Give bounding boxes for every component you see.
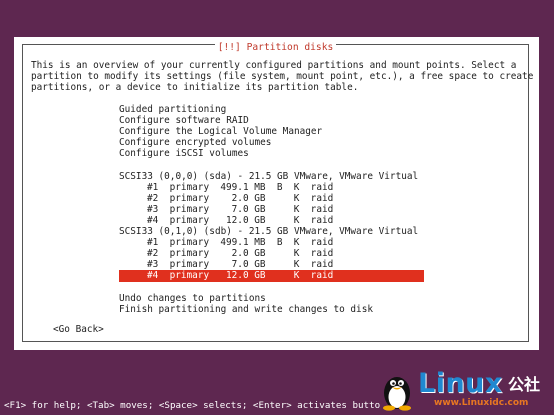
partition-dialog: [!!] Partition disks This is an overview… xyxy=(14,37,539,350)
go-back-button[interactable]: <Go Back> xyxy=(53,324,104,335)
option-configure-iscsi-volumes[interactable]: Configure iSCSI volumes xyxy=(119,148,424,159)
partition-sdb-2[interactable]: #2 primary 2.0 GB K raid xyxy=(119,248,424,259)
partition-sdb-3[interactable]: #3 primary 7.0 GB K raid xyxy=(119,259,424,270)
option-guided-partitioning[interactable]: Guided partitioning xyxy=(119,104,424,115)
description-line: partitions, or a device to initialize it… xyxy=(31,82,359,94)
partition-sda-1[interactable]: #1 primary 499.1 MB B K raid xyxy=(119,182,424,193)
option-configure-encrypted-volumes[interactable]: Configure encrypted volumes xyxy=(119,137,424,148)
dialog-title: [!!] Partition disks xyxy=(23,39,528,53)
description-line: partition to modify its settings (file s… xyxy=(31,71,534,83)
option-configure-software-raid[interactable]: Configure software RAID xyxy=(119,115,424,126)
description-line: This is an overview of your currently co… xyxy=(31,60,517,71)
disk-sdb[interactable]: SCSI33 (0,1,0) (sdb) - 21.5 GB VMware, V… xyxy=(119,226,424,237)
dialog-description: This is an overview of your currently co… xyxy=(31,60,534,94)
watermark-logo: Linux 公社 www.Linuxidc.com xyxy=(378,369,548,413)
watermark-url: www.Linuxidc.com xyxy=(434,398,529,408)
disk-sda[interactable]: SCSI33 (0,0,0) (sda) - 21.5 GB VMware, V… xyxy=(119,171,424,182)
option-configure-lvm[interactable]: Configure the Logical Volume Manager xyxy=(119,126,424,137)
option-undo-changes[interactable]: Undo changes to partitions xyxy=(119,293,424,304)
watermark-word: Linux xyxy=(418,368,503,399)
partition-sdb-1[interactable]: #1 primary 499.1 MB B K raid xyxy=(119,237,424,248)
option-finish-partitioning[interactable]: Finish partitioning and write changes to… xyxy=(119,304,424,315)
watermark-cn: 公社 xyxy=(508,375,541,394)
partition-sda-3[interactable]: #3 primary 7.0 GB K raid xyxy=(119,204,424,215)
partition-sdb-4-selected[interactable]: #4 primary 12.0 GB K raid xyxy=(119,270,424,282)
partition-list: Guided partitioning Configure software R… xyxy=(119,104,424,315)
partition-sda-4[interactable]: #4 primary 12.0 GB K raid xyxy=(119,215,424,226)
tux-penguin-icon xyxy=(383,377,411,411)
dialog-frame: [!!] Partition disks This is an overview… xyxy=(22,42,534,342)
partition-sda-2[interactable]: #2 primary 2.0 GB K raid xyxy=(119,193,424,204)
dialog-title-text: [!!] Partition disks xyxy=(214,42,337,53)
